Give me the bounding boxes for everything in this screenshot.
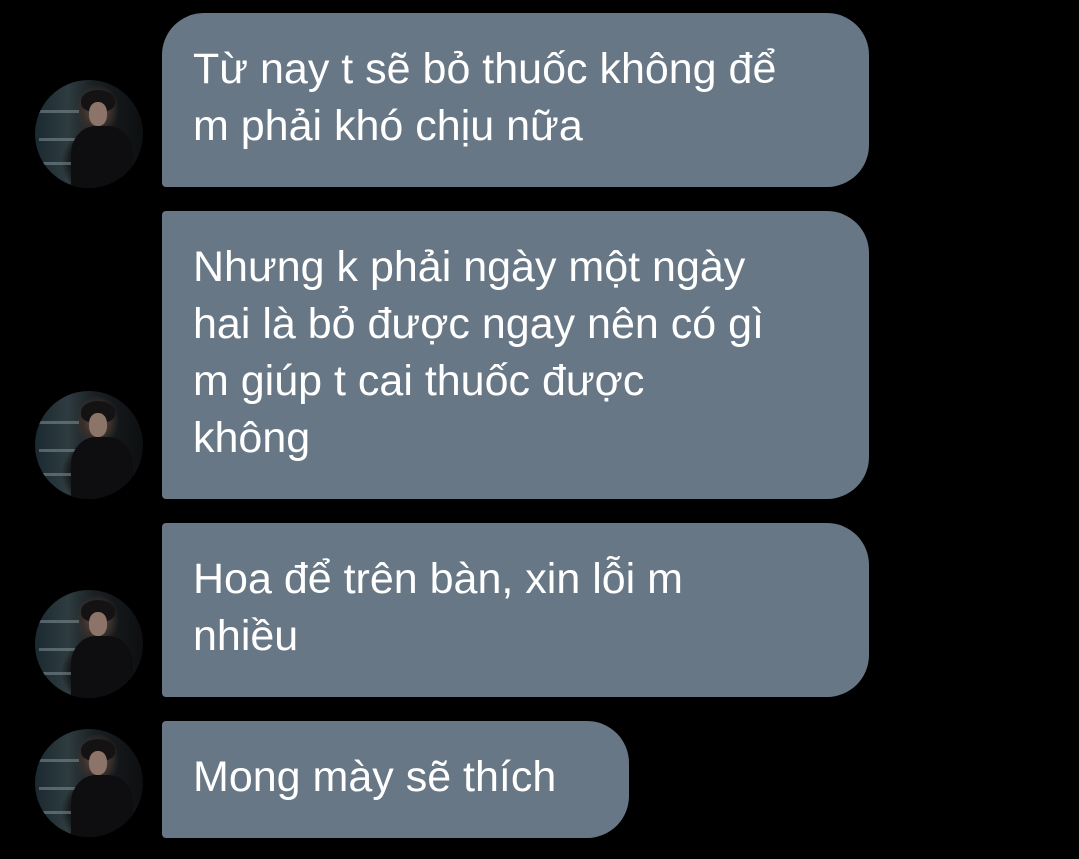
- sender-avatar[interactable]: [35, 391, 143, 499]
- message-thread: Từ nay t sẽ bỏ thuốc không để m phải khó…: [0, 0, 1079, 859]
- sender-avatar[interactable]: [35, 80, 143, 188]
- message-bubble[interactable]: Hoa để trên bàn, xin lỗi m nhiều: [162, 523, 869, 697]
- message-text: Nhưng k phải ngày một ngày hai là bỏ đượ…: [193, 243, 764, 462]
- sender-avatar[interactable]: [35, 729, 143, 837]
- message-text: Hoa để trên bàn, xin lỗi m nhiều: [193, 555, 683, 660]
- message-bubble[interactable]: Từ nay t sẽ bỏ thuốc không để m phải khó…: [162, 13, 869, 187]
- message-bubble[interactable]: Nhưng k phải ngày một ngày hai là bỏ đượ…: [162, 211, 869, 499]
- message-text: Từ nay t sẽ bỏ thuốc không để m phải khó…: [193, 45, 777, 150]
- message-text: Mong mày sẽ thích: [193, 753, 557, 801]
- message-bubble[interactable]: Mong mày sẽ thích: [162, 721, 629, 838]
- sender-avatar[interactable]: [35, 590, 143, 698]
